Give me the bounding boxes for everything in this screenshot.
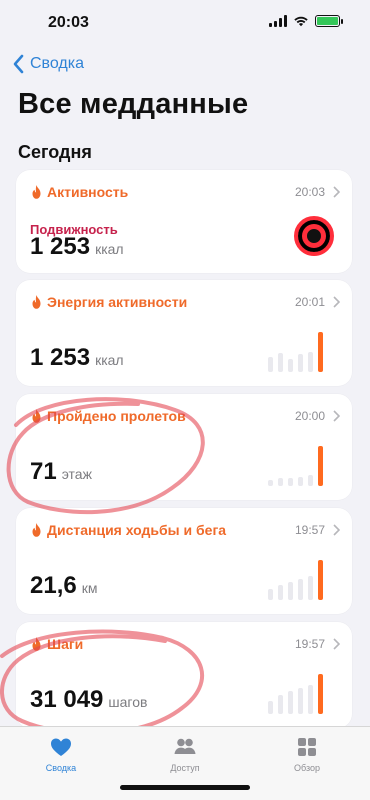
- sparkline-bar: [288, 359, 293, 372]
- chevron-right-icon: [333, 296, 340, 308]
- chevron-left-icon: [13, 54, 24, 74]
- chevron-right-icon: [333, 638, 340, 650]
- tab-summary[interactable]: Сводка: [16, 735, 106, 773]
- card-title: Энергия активности: [47, 294, 188, 310]
- sparkline-bar: [268, 357, 273, 372]
- sparkline-bar: [308, 352, 313, 372]
- flame-icon: [32, 295, 41, 309]
- flights-climbed-card[interactable]: Пройдено пролетов 20:00 71 этаж: [16, 394, 352, 500]
- flame-icon: [32, 637, 41, 651]
- battery-level-fill: [317, 17, 338, 25]
- active-energy-card[interactable]: Энергия активности 20:01 1 253 ккал: [16, 280, 352, 386]
- chevron-right-icon: [333, 410, 340, 422]
- tab-sharing[interactable]: Доступ: [140, 735, 230, 773]
- tab-browse[interactable]: Обзор: [262, 735, 352, 773]
- activity-ring-icon: [294, 216, 334, 256]
- cellular-signal-icon: [269, 15, 287, 27]
- card-time: 20:00: [294, 409, 325, 423]
- walking-distance-card[interactable]: Дистанция ходьбы и бега 19:57 21,6 км: [16, 508, 352, 614]
- metric-value: 21,6: [30, 572, 77, 599]
- sparkline-chart: [268, 672, 340, 714]
- tab-label: Обзор: [294, 763, 320, 773]
- sparkline-bar: [298, 579, 303, 600]
- sparkline-bar: [318, 446, 323, 486]
- sparkline-chart: [268, 444, 340, 486]
- metric-value: 31 049: [30, 686, 104, 713]
- card-time: 19:57: [294, 523, 325, 537]
- flights-metric: 71 этаж: [30, 458, 92, 486]
- card-time: 20:03: [294, 185, 325, 199]
- tab-label: Сводка: [45, 763, 77, 773]
- page-title: Все медданные: [18, 88, 249, 120]
- steps-card[interactable]: Шаги 19:57 31 049 шагов: [16, 622, 352, 728]
- metric-unit: шагов: [108, 694, 148, 710]
- sparkline-bar: [288, 691, 293, 714]
- home-indicator: [120, 785, 250, 790]
- back-button[interactable]: Сводка: [12, 54, 84, 74]
- sparkline-bar: [278, 585, 283, 600]
- flame-icon: [32, 523, 41, 537]
- card-time: 20:01: [294, 295, 325, 309]
- card-header: Шаги 19:57: [30, 634, 340, 654]
- metric-unit: этаж: [61, 466, 92, 482]
- chevron-right-icon: [333, 186, 340, 198]
- sparkline-bar: [308, 685, 313, 714]
- sparkline-bar: [288, 478, 293, 486]
- card-header: Активность 20:03: [30, 182, 340, 202]
- wifi-icon: [294, 16, 308, 27]
- card-title: Дистанция ходьбы и бега: [47, 522, 227, 538]
- steps-metric: 31 049 шагов: [30, 686, 147, 714]
- heart-icon: [51, 738, 71, 756]
- sparkline-bar: [268, 589, 273, 600]
- sparkline-bar: [318, 560, 323, 600]
- metric-unit: км: [81, 580, 98, 596]
- sparkline-bar: [298, 354, 303, 372]
- sparkline-bar: [298, 477, 303, 486]
- sparkline-bar: [298, 688, 303, 714]
- card-title: Шаги: [47, 636, 84, 652]
- metric-unit: ккал: [95, 352, 124, 368]
- tab-label: Доступ: [170, 763, 200, 773]
- section-title: Сегодня: [18, 142, 92, 162]
- flame-icon: [32, 185, 41, 199]
- people-icon: [174, 738, 196, 754]
- battery-icon: [315, 15, 343, 27]
- status-icons: [269, 15, 343, 27]
- energy-metric: 1 253 ккал: [30, 344, 124, 372]
- activity-card[interactable]: Активность 20:03 Подвижность 1 253 ккал: [16, 170, 352, 273]
- sparkline-bar: [288, 582, 293, 600]
- card-header: Дистанция ходьбы и бега 19:57: [30, 520, 340, 540]
- sparkline-bar: [278, 695, 283, 714]
- distance-metric: 21,6 км: [30, 572, 97, 600]
- grid-icon: [298, 738, 316, 756]
- sparkline-bar: [268, 480, 273, 486]
- status-time: 20:03: [48, 14, 89, 31]
- sparkline-chart: [268, 558, 340, 600]
- chevron-right-icon: [333, 524, 340, 536]
- metric-unit: ккал: [95, 241, 124, 257]
- sparkline-bar: [268, 701, 273, 714]
- back-label: Сводка: [30, 55, 85, 72]
- card-time: 19:57: [294, 637, 325, 651]
- sparkline-bar: [278, 478, 283, 486]
- activity-metric: 1 253 ккал: [30, 233, 124, 261]
- metric-value: 71: [30, 458, 57, 485]
- card-header: Пройдено пролетов 20:00: [30, 406, 340, 426]
- tab-bar: Сводка Доступ Обзор: [0, 726, 370, 800]
- sparkline-bar: [308, 475, 313, 486]
- sparkline-bar: [318, 674, 323, 714]
- card-title: Активность: [47, 184, 129, 200]
- sparkline-chart: [268, 330, 340, 372]
- metric-value: 1 253: [30, 344, 91, 371]
- card-title: Пройдено пролетов: [47, 408, 186, 424]
- metric-value: 1 253: [30, 233, 91, 260]
- card-header: Энергия активности 20:01: [30, 292, 340, 312]
- sparkline-bar: [278, 353, 283, 372]
- status-bar: 20:03: [0, 0, 370, 46]
- sparkline-bar: [318, 332, 323, 372]
- flame-icon: [32, 409, 41, 423]
- sparkline-bar: [308, 576, 313, 600]
